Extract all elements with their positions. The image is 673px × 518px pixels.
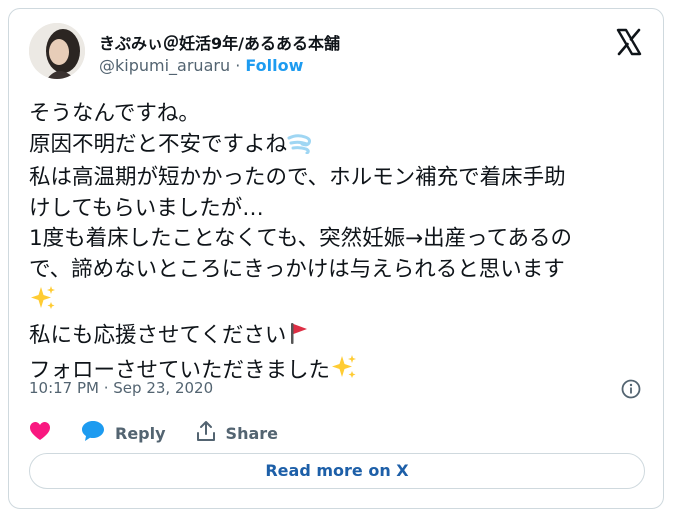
reply-bubble-icon [81,420,105,446]
author-handle[interactable]: @kipumi_aruaru [99,56,230,75]
tweet-text: そうなんですね。 原因不明だと不安ですよね 私は高温期が短かかったので、ホルモン… [29,99,649,390]
dash-emoji-icon [287,132,313,164]
share-icon [196,420,216,446]
share-label: Share [225,423,278,443]
sparkles-emoji-icon [29,285,57,321]
tweet-line-with-emoji: 私にも応援させてください [29,321,649,355]
reply-label: Reply [115,423,166,443]
tweet-line-with-emoji: 原因不明だと不安ですよね [29,130,649,164]
avatar[interactable] [29,23,85,79]
tweet-line: そうなんですね。 [29,101,200,126]
handle-row: @kipumi_aruaru · Follow [99,56,303,75]
sparkles-emoji-icon [330,354,358,390]
heart-icon [29,421,51,445]
read-more-button[interactable]: Read more on X [29,453,645,489]
separator-dot: · [235,56,241,75]
tweet-line-text: 原因不明だと不安ですよね [29,131,288,157]
avatar-image [29,23,85,79]
tweet-line: けしてもらいましたが… [29,195,264,221]
follow-button[interactable]: Follow [245,56,303,75]
reply-button[interactable]: Reply [81,420,166,446]
author-name[interactable]: きぷみぃ＠妊活9年/あるある本舗 [99,30,340,54]
tweet-line-text: 私にも応援させてください [29,322,287,348]
tweet-line: 1度も着床したことなくても、突然妊娠→出産ってあるの [29,226,572,251]
tweet-line-emoji [29,285,649,321]
share-button[interactable]: Share [196,420,278,446]
tweet-line: で、諦めないところにきっかけは与えられると思います [29,256,565,282]
action-bar: Reply Share [29,419,308,447]
tweet-line: 私は高温期が短かかったので、ホルモン補充で着床手助 [29,165,566,190]
info-icon[interactable] [621,379,641,399]
like-button[interactable] [29,421,51,445]
red-flag-emoji-icon [286,321,310,355]
x-logo-icon[interactable] [615,28,643,56]
tweet-card: きぷみぃ＠妊活9年/あるある本舗 @kipumi_aruaru · Follow… [8,8,664,509]
tweet-timestamp[interactable]: 10:17 PM · Sep 23, 2020 [29,379,213,397]
